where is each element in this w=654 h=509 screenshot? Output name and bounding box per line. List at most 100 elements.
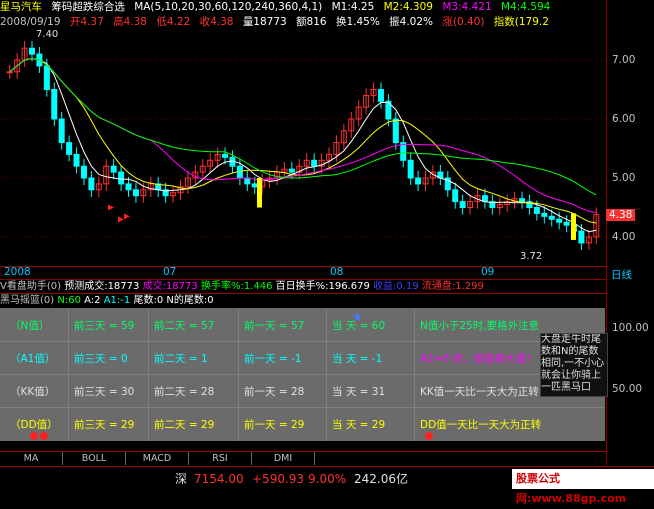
panel-a: A:2	[84, 295, 101, 306]
candle-body	[244, 177, 251, 185]
row-note: DD值一天比一天大为正转	[420, 419, 542, 431]
candle-body	[452, 189, 459, 203]
panel-title[interactable]: 黑马摇篮(0)	[0, 295, 54, 306]
turnover-value: 换1.45%	[335, 16, 380, 28]
candlestick-chart[interactable]	[0, 0, 606, 266]
row-note: N值小于25时,要格外注意	[420, 320, 540, 332]
signal-dot-icon	[30, 432, 38, 440]
grid-line	[0, 341, 605, 342]
right-axis	[606, 0, 654, 492]
candle-body	[556, 218, 563, 223]
status-bar: 深 7154.00 +590.93 9.00% 242.06亿 股票公式网:ww…	[0, 466, 654, 505]
row-label: （DD值）	[10, 419, 58, 431]
open-value: 开4.37	[69, 16, 104, 28]
chart-header: 星马汽车 筹码超跌综合选 MA(5,10,20,30,60,120,240,36…	[0, 0, 606, 14]
price-label-5: 5.00	[612, 172, 636, 184]
vol-turnover: 换手率%:1.446	[200, 281, 273, 292]
row-c4: 当 天 = 29	[332, 419, 386, 431]
low-mark: 3.72	[520, 251, 543, 262]
row-c1: 前三天 = 59	[74, 320, 135, 332]
grid-line	[0, 374, 605, 375]
candle-body	[80, 165, 87, 179]
candle-body	[548, 215, 555, 220]
candle-body	[288, 168, 295, 173]
row-c4: 当 天 = 31	[332, 386, 386, 398]
row-c1: 前三天 = 29	[74, 419, 135, 431]
candle-body	[125, 183, 132, 191]
ma-line-5	[9, 57, 597, 233]
candle-body	[519, 198, 526, 203]
row-c1: 前三天 = 30	[74, 386, 135, 398]
grid-line	[326, 308, 327, 441]
grid-line	[414, 308, 415, 441]
tooltip-box: 大盘走牛时尾数和N的尾数相同,一不小心就会让你骑上一匹黑马口	[540, 333, 608, 397]
candle-body	[28, 47, 35, 55]
status-percent: 9.00%	[308, 472, 347, 486]
status-change: +590.93	[252, 472, 305, 486]
panel-a1: A1:-1	[103, 295, 131, 306]
candle-body	[541, 212, 548, 217]
row-c3: 前一天 = -1	[244, 353, 302, 365]
panel-axis-100: 100.00	[612, 322, 649, 334]
change-value: 涨(0.40)	[442, 16, 485, 28]
panel-axis-50: 50.00	[612, 383, 643, 395]
row-note: A1=0 时，很容易大涨！	[420, 353, 537, 365]
tab-dmi[interactable]: DMI	[252, 452, 315, 465]
candle-body	[392, 118, 399, 144]
volume-indicator-bar: V看盘助手(0) 预测成交:18773 成交:18773 换手率%:1.446 …	[0, 279, 606, 294]
panel-ntail: N的尾数:0	[166, 295, 214, 306]
signal-bar	[571, 213, 576, 240]
vol-assistant[interactable]: V看盘助手(0)	[0, 281, 61, 292]
table-row: （A1值） 前三天 = 0 前二天 = 1 前一天 = -1 当 天 = -1 …	[0, 341, 605, 374]
m1-value: M1:4.25	[331, 1, 375, 13]
candle-body	[51, 89, 58, 120]
candle-body	[407, 159, 414, 179]
date-value: 2008/09/19	[0, 16, 61, 28]
price-label-7: 7.00	[612, 54, 636, 66]
candle-body	[578, 230, 585, 244]
stock-name[interactable]: 星马汽车	[0, 1, 42, 13]
indicator-title[interactable]: 筹码超跌综合选	[51, 1, 125, 13]
high-value: 高4.38	[113, 16, 147, 28]
candle-body	[415, 177, 422, 185]
buy-arrow-icon	[108, 204, 114, 211]
candle-body	[66, 142, 73, 155]
index-value: 指数(179.2	[493, 16, 549, 28]
price-label-6: 6.00	[612, 113, 636, 125]
indicator-tabs: MA BOLL MACD RSI DMI	[0, 451, 606, 466]
tab-ma[interactable]: MA	[0, 452, 63, 465]
amplitude-value: 振4.02%	[389, 16, 434, 28]
grid-line	[0, 407, 605, 408]
ma-label: MA(5,10,20,30,60,120,240,360,4,1)	[134, 1, 323, 13]
row-c3: 前一天 = 28	[244, 386, 305, 398]
row-c1: 前三天 = 0	[74, 353, 128, 365]
table-row: （KK值） 前三天 = 30 前二天 = 28 前一天 = 28 当 天 = 3…	[0, 374, 605, 407]
row-label: （A1值）	[10, 353, 56, 365]
ohlc-header: 2008/09/19 开4.37 高4.38 低4.22 收4.38 量1877…	[0, 15, 606, 29]
date-label-07: 07	[163, 266, 177, 278]
signal-dot-icon	[40, 432, 48, 440]
candle-body	[118, 171, 125, 185]
row-c4: 当 天 = -1	[332, 353, 383, 365]
high-mark: 7.40	[36, 29, 59, 40]
grid-line	[238, 308, 239, 441]
candle-body	[43, 65, 50, 91]
period-label[interactable]: 日线	[611, 267, 632, 282]
candle-body	[377, 89, 384, 102]
vol-float: 流通盘:1.299	[421, 281, 484, 292]
site-watermark: 股票公式网:www.88gp.com	[512, 469, 654, 505]
panel-footer	[0, 441, 606, 451]
low-value: 低4.22	[156, 16, 191, 28]
date-label-09: 09	[481, 266, 495, 278]
tab-rsi[interactable]: RSI	[189, 452, 252, 465]
tab-boll[interactable]: BOLL	[63, 452, 126, 465]
panel-header: 黑马摇篮(0) N:60 A:2 A1:-1 尾数:0 N的尾数:0	[0, 293, 606, 308]
buy-arrow-icon	[118, 216, 124, 223]
tab-macd[interactable]: MACD	[126, 452, 189, 465]
candle-body	[222, 153, 229, 158]
status-market: 深	[175, 472, 188, 486]
ma-line-10	[9, 57, 597, 224]
candle-body	[311, 159, 318, 167]
vol-forecast: 预测成交:18773	[64, 281, 140, 292]
volume-value: 量18773	[242, 16, 287, 28]
